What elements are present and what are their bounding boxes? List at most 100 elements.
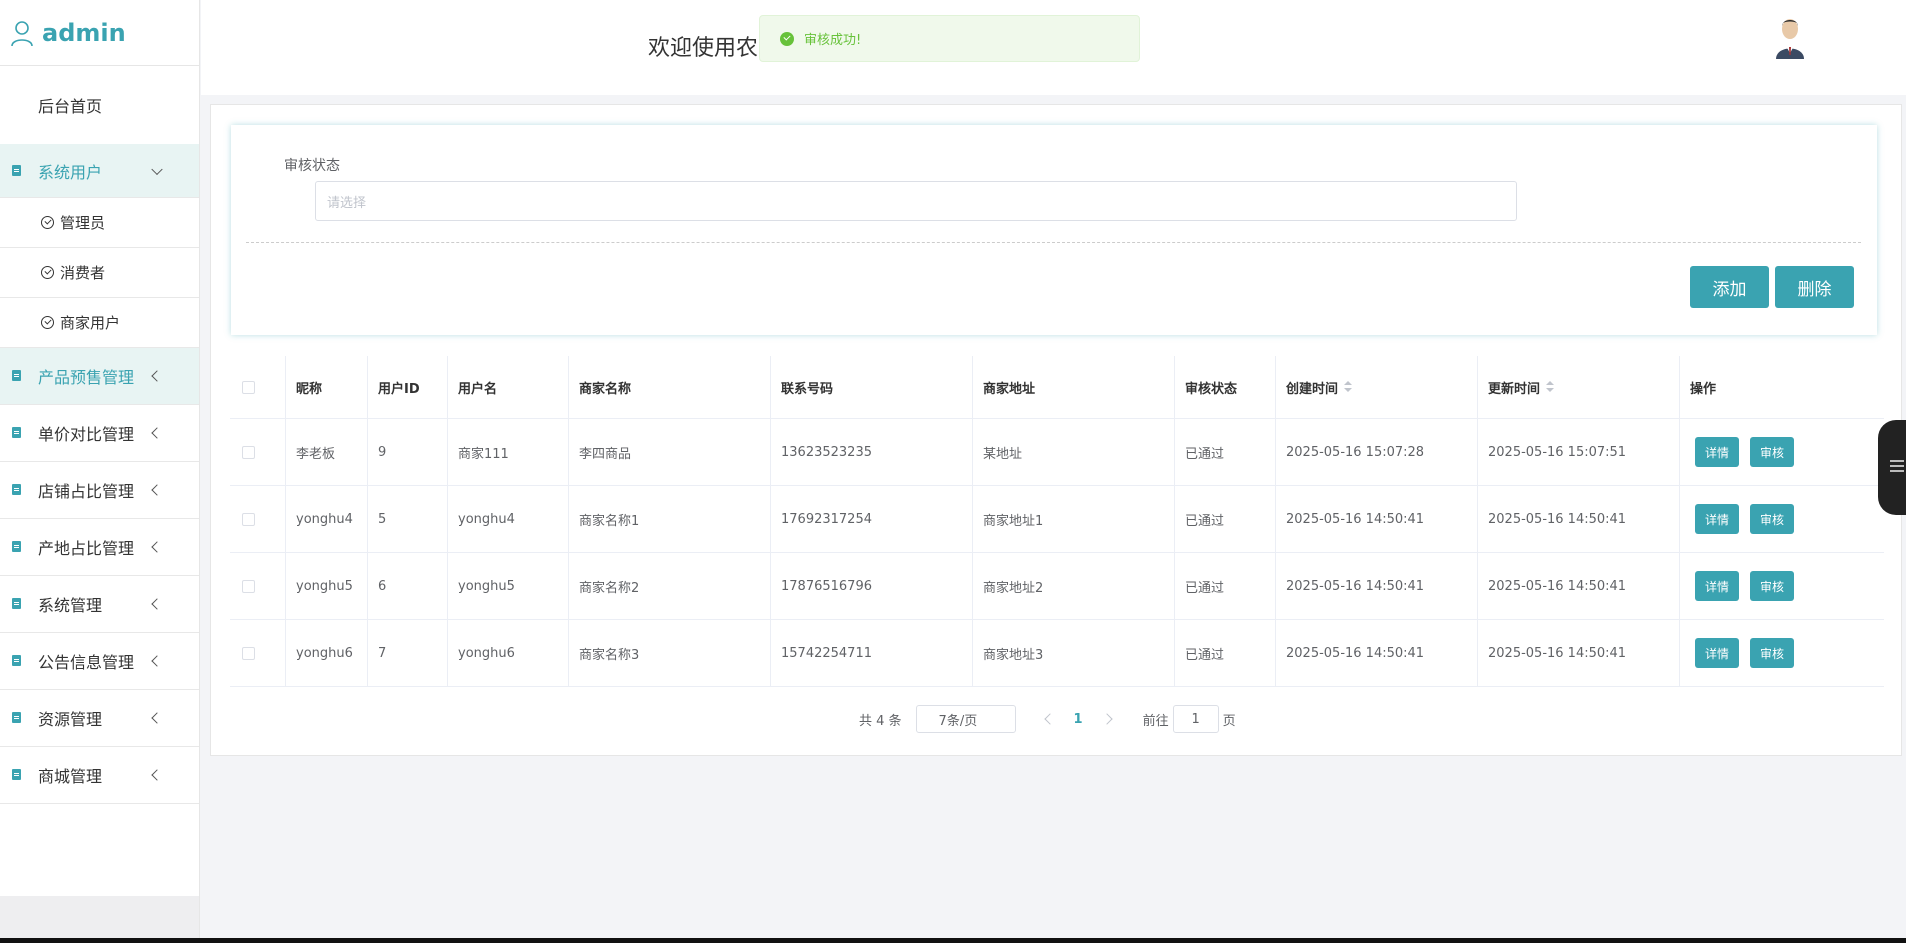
sidebar-group-system[interactable]: 系统管理 bbox=[0, 576, 199, 633]
sidebar-item-label: 公告信息管理 bbox=[38, 653, 135, 672]
goto-prefix: 前往 bbox=[1142, 713, 1169, 729]
document-icon bbox=[12, 484, 21, 495]
row-checkbox[interactable] bbox=[242, 445, 255, 459]
sidebar-item-label: 后台首页 bbox=[38, 97, 103, 116]
table-cell: 已通过 bbox=[1175, 620, 1276, 686]
page-size-select[interactable]: 7条/页 bbox=[915, 705, 1016, 733]
select-all-checkbox[interactable] bbox=[242, 380, 255, 394]
detail-button[interactable]: 详情 bbox=[1695, 504, 1740, 534]
bottom-bar bbox=[0, 938, 1906, 943]
table-cell: 2025-05-16 14:50:41 bbox=[1478, 486, 1680, 552]
success-toast: 审核成功! bbox=[759, 15, 1140, 62]
document-icon bbox=[12, 655, 21, 666]
row-checkbox[interactable] bbox=[242, 579, 255, 593]
detail-button[interactable]: 详情 bbox=[1695, 571, 1740, 601]
table-cell: 商家名称3 bbox=[569, 620, 771, 686]
chevron-left-icon bbox=[151, 370, 163, 382]
goto-page-input[interactable]: 1 bbox=[1172, 705, 1219, 733]
sidebar-subitem-admin[interactable]: 管理员 bbox=[0, 198, 199, 248]
audit-button[interactable]: 审核 bbox=[1750, 504, 1795, 534]
sidebar-item-label: 消费者 bbox=[60, 264, 106, 282]
table-cell: 6 bbox=[368, 553, 448, 619]
row-checkbox[interactable] bbox=[242, 512, 255, 526]
table-cell: yonghu5 bbox=[448, 553, 569, 619]
table-row: yonghu5 6 yonghu5 商家名称2 17876516796 商家地址2 已通过 2… bbox=[230, 553, 1884, 620]
table-cell: 2025-05-16 14:50:41 bbox=[1478, 553, 1680, 619]
page-size-value: 7条/页 bbox=[938, 713, 978, 729]
audit-button[interactable]: 审核 bbox=[1750, 437, 1795, 467]
add-button[interactable]: 添加 bbox=[1690, 266, 1769, 308]
sidebar-group-origin-share[interactable]: 产地占比管理 bbox=[0, 519, 199, 576]
sort-icon[interactable] bbox=[1545, 381, 1555, 393]
sidebar-group-system-users[interactable]: 系统用户 bbox=[0, 144, 199, 198]
audit-status-label: 审核状态 bbox=[284, 158, 340, 174]
audit-button[interactable]: 审核 bbox=[1750, 571, 1795, 601]
search-panel: 审核状态 请选择 添加 删除 bbox=[231, 125, 1877, 335]
divider bbox=[246, 242, 1861, 243]
sidebar-group-notice[interactable]: 公告信息管理 bbox=[0, 633, 199, 690]
sidebar-item-label: 商城管理 bbox=[38, 767, 103, 786]
delete-button[interactable]: 删除 bbox=[1775, 266, 1854, 308]
sidebar-subitem-merchant[interactable]: 商家用户 bbox=[0, 298, 199, 348]
chevron-left-icon bbox=[151, 427, 163, 439]
column-header-updated[interactable]: 更新时间 bbox=[1478, 356, 1680, 418]
chevron-down-icon bbox=[151, 163, 163, 175]
check-circle-icon bbox=[41, 266, 54, 279]
table-cell: 商家名称2 bbox=[569, 553, 771, 619]
table-cell: 商家名称1 bbox=[569, 486, 771, 552]
audit-button[interactable]: 审核 bbox=[1750, 638, 1795, 668]
sidebar-item-label: 店铺占比管理 bbox=[38, 482, 135, 501]
sidebar-group-presale[interactable]: 产品预售管理 bbox=[0, 348, 199, 405]
table-cell: 7 bbox=[368, 620, 448, 686]
sidebar-item-label: 管理员 bbox=[60, 214, 106, 232]
sidebar-group-price-compare[interactable]: 单价对比管理 bbox=[0, 405, 199, 462]
table-cell: 2025-05-16 14:50:41 bbox=[1276, 620, 1478, 686]
row-select-cell bbox=[230, 486, 286, 552]
detail-button[interactable]: 详情 bbox=[1695, 638, 1740, 668]
column-header: 审核状态 bbox=[1175, 356, 1276, 418]
table-cell: yonghu4 bbox=[286, 486, 368, 552]
sidebar-group-store-share[interactable]: 店铺占比管理 bbox=[0, 462, 199, 519]
table-cell: 17692317254 bbox=[771, 486, 973, 552]
sidebar-subitem-consumer[interactable]: 消费者 bbox=[0, 248, 199, 298]
row-checkbox[interactable] bbox=[242, 646, 255, 660]
row-select-cell bbox=[230, 620, 286, 686]
table-cell: 已通过 bbox=[1175, 553, 1276, 619]
column-header: 商家地址 bbox=[973, 356, 1175, 418]
chevron-left-icon bbox=[151, 541, 163, 553]
row-actions: 详情 审核 bbox=[1680, 486, 1884, 552]
column-header: 昵称 bbox=[286, 356, 368, 418]
column-header-label: 更新时间 bbox=[1488, 381, 1541, 397]
chevron-left-icon bbox=[151, 655, 163, 667]
table-cell: 商家地址2 bbox=[973, 553, 1175, 619]
avatar[interactable] bbox=[1776, 17, 1804, 59]
side-drawer-handle[interactable] bbox=[1878, 420, 1906, 515]
table-cell: 2025-05-16 14:50:41 bbox=[1478, 620, 1680, 686]
table-cell: yonghu6 bbox=[448, 620, 569, 686]
sidebar-group-resource[interactable]: 资源管理 bbox=[0, 690, 199, 747]
success-icon bbox=[780, 31, 794, 46]
audit-status-select[interactable]: 请选择 bbox=[315, 181, 1517, 221]
brand-title: admin bbox=[42, 18, 126, 47]
column-header-created[interactable]: 创建时间 bbox=[1276, 356, 1478, 418]
table-cell: 某地址 bbox=[973, 419, 1175, 485]
row-actions: 详情 审核 bbox=[1680, 620, 1884, 686]
sidebar-item-label: 产品预售管理 bbox=[38, 368, 135, 387]
table-row: yonghu4 5 yonghu4 商家名称1 17692317254 商家地址1 已通过 2… bbox=[230, 486, 1884, 553]
sort-icon[interactable] bbox=[1343, 381, 1353, 393]
table-cell: 9 bbox=[368, 419, 448, 485]
document-icon bbox=[12, 541, 21, 552]
page-number-current[interactable]: 1 bbox=[1074, 712, 1083, 727]
prev-page-icon[interactable] bbox=[1043, 713, 1056, 725]
goto-page-value: 1 bbox=[1191, 711, 1200, 727]
table-cell: 商家地址3 bbox=[973, 620, 1175, 686]
next-page-icon[interactable] bbox=[1100, 713, 1113, 725]
table-cell: 商家111 bbox=[448, 419, 569, 485]
detail-button[interactable]: 详情 bbox=[1695, 437, 1740, 467]
table-cell: 15742254711 bbox=[771, 620, 973, 686]
sidebar-item-home[interactable]: 后台首页 bbox=[0, 66, 199, 144]
document-icon bbox=[12, 769, 21, 780]
sidebar-group-mall[interactable]: 商城管理 bbox=[0, 747, 199, 804]
column-header: 操作 bbox=[1690, 381, 1717, 397]
document-icon bbox=[12, 712, 21, 723]
